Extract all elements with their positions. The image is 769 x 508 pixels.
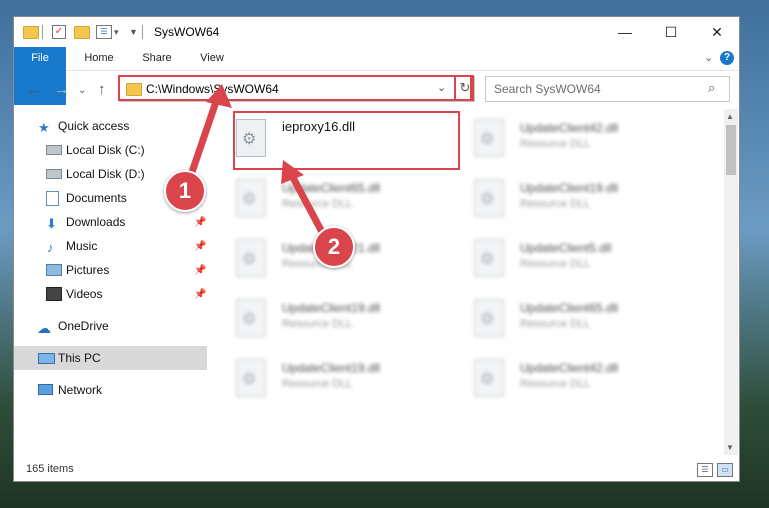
annotation-arrows [188,84,326,236]
arrow-1-head [206,84,232,108]
arrow-1-shaft [188,92,222,176]
callout-marker-1: 1 [164,170,206,212]
callout-marker-2: 2 [313,226,355,268]
arrow-2-shaft [286,168,326,236]
